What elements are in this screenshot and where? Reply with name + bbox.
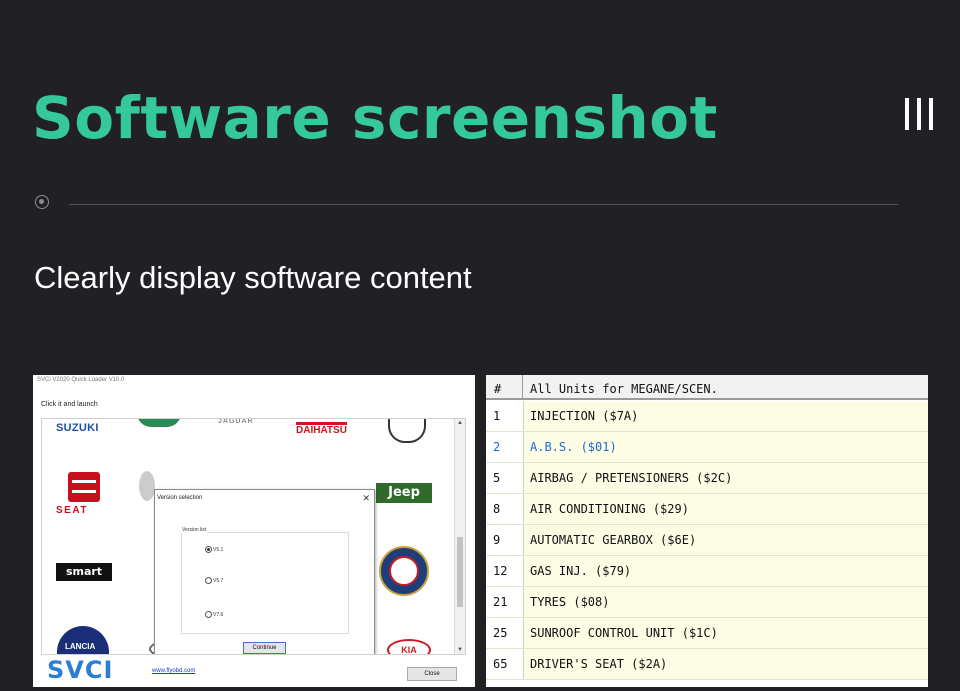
dialog-title: Version selection	[157, 495, 203, 501]
brand-logo-green[interactable]	[137, 419, 181, 427]
website-link[interactable]: www.flyobd.com	[152, 668, 195, 674]
brand-skoda-logo[interactable]	[388, 419, 426, 443]
group-label: Version list	[181, 527, 208, 533]
brand-seat[interactable]: SEAT	[56, 505, 88, 516]
scroll-down-icon[interactable]: ▼	[457, 647, 463, 653]
table-row[interactable]: 5 AIRBAG / PRETENSIONERS ($2C)	[486, 463, 928, 494]
alfa-romeo-logo-icon[interactable]	[379, 546, 429, 596]
table-row[interactable]: 65 DRIVER'S SEAT ($2A)	[486, 649, 928, 680]
svci-logo: SVCI	[47, 656, 114, 684]
table-row[interactable]: 21 TYRES ($08)	[486, 587, 928, 618]
divider-line	[69, 204, 898, 205]
brand-smart[interactable]: smart	[56, 563, 112, 581]
grid-scrollbar[interactable]: ▲ ▼	[454, 419, 465, 654]
brand-jeep[interactable]: Jeep	[376, 483, 432, 503]
instruction-text: Click it and launch	[41, 401, 98, 408]
page-subtitle: Clearly display software content	[34, 260, 472, 295]
units-screenshot: # All Units for MEGANE/SCEN. 1 INJECTION…	[486, 375, 928, 687]
version-radio-2[interactable]: V5.7	[205, 577, 223, 584]
target-circle-icon	[35, 195, 49, 209]
kia-logo-icon[interactable]: KIA	[387, 639, 431, 654]
close-icon[interactable]: ✕	[362, 493, 370, 504]
loader-screenshot: SVCi V2020 Quick Loader V10.0 Click it a…	[33, 375, 475, 687]
version-dialog: Version selection ✕ Version list V5.1 V5…	[154, 489, 375, 654]
header-name: All Units for MEGANE/SCEN.	[530, 382, 718, 396]
brand-jaguar[interactable]: JAGUAR	[218, 419, 254, 425]
table-row[interactable]: 8 AIR CONDITIONING ($29)	[486, 494, 928, 525]
brand-grid: SUZUKI JAGUAR DAIHATSU SEAT Jeep smart K…	[41, 418, 466, 655]
table-row[interactable]: 25 SUNROOF CONTROL UNIT ($1C)	[486, 618, 928, 649]
close-button[interactable]: Close	[407, 667, 457, 681]
menu-bars-icon[interactable]	[905, 98, 935, 130]
continue-button[interactable]: Continue	[243, 642, 286, 654]
window-title: SVCi V2020 Quick Loader V10.0	[37, 377, 125, 383]
scroll-thumb[interactable]	[457, 537, 463, 607]
table-row[interactable]: 2 A.B.S. ($01)	[486, 432, 928, 463]
version-radio-3[interactable]: V7.6	[205, 611, 223, 618]
brand-daihatsu[interactable]: DAIHATSU	[296, 422, 347, 436]
seat-logo-icon[interactable]	[68, 472, 100, 502]
table-row[interactable]: 9 AUTOMATIC GEARBOX ($6E)	[486, 525, 928, 556]
brand-logo-partial[interactable]	[139, 471, 155, 501]
version-list-group: Version list V5.1 V5.7 V7.6	[181, 527, 349, 634]
table-header: # All Units for MEGANE/SCEN.	[486, 375, 928, 400]
brand-suzuki[interactable]: SUZUKI	[56, 422, 99, 434]
page-title: Software screenshot	[32, 84, 718, 152]
table-row[interactable]: 1 INJECTION ($7A)	[486, 401, 928, 432]
table-row[interactable]: 12 GAS INJ. ($79)	[486, 556, 928, 587]
lancia-logo-icon[interactable]	[57, 626, 109, 654]
scroll-up-icon[interactable]: ▲	[457, 420, 463, 426]
version-radio-1[interactable]: V5.1	[205, 546, 223, 553]
header-number: #	[486, 375, 523, 398]
